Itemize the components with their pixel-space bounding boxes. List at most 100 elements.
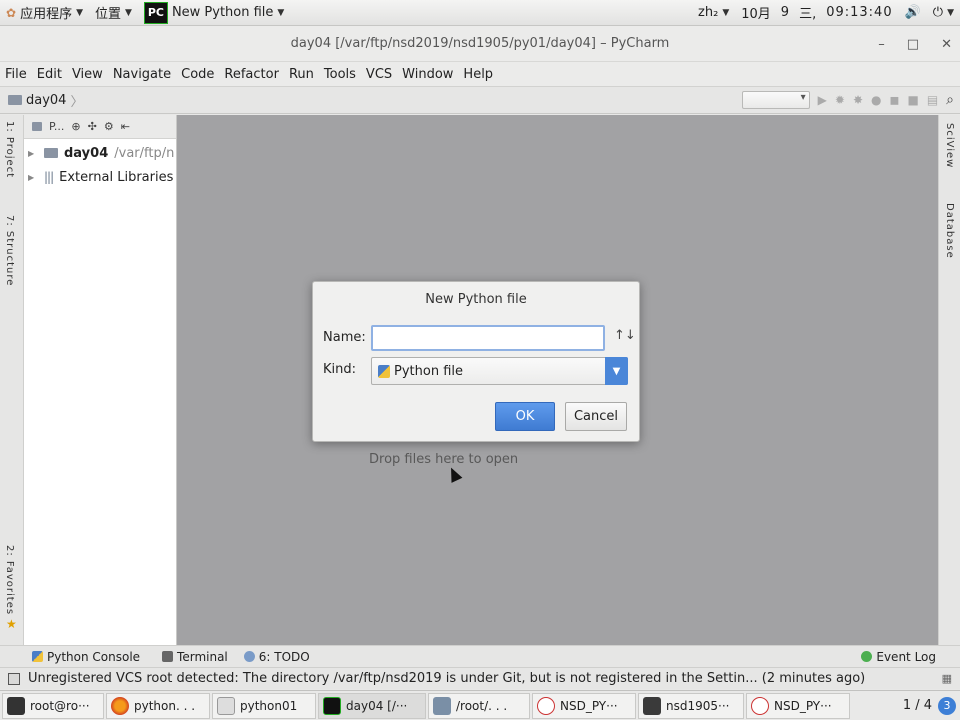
concurrency-icon[interactable]: ◼ <box>890 93 900 107</box>
right-tool-strip: SciView Database <box>938 115 960 645</box>
debug-icon[interactable]: ✹ <box>835 93 845 107</box>
task-label: NSD_PY··· <box>560 698 618 713</box>
clock-time: 09:13:40 <box>826 5 893 20</box>
menu-edit[interactable]: Edit <box>32 67 67 82</box>
expand-arrow-icon[interactable]: ▶ <box>28 149 38 158</box>
breadcrumb-label: day04 <box>26 92 67 108</box>
chevron-right-icon: 〉 <box>70 94 84 110</box>
maximize-button[interactable]: □ <box>907 37 919 52</box>
tree-item-label: day04 <box>64 145 109 161</box>
todo-tab[interactable]: 6: TODO <box>236 650 318 664</box>
clock[interactable]: 10月 9 三, 09:13:40 <box>735 0 898 26</box>
close-button[interactable]: ✕ <box>941 37 952 52</box>
vcs-icon[interactable]: ▤ <box>927 93 938 107</box>
volume-icon[interactable]: 🔊 <box>899 0 927 26</box>
expand-arrow-icon[interactable]: ▶ <box>28 173 38 182</box>
chevron-down-icon[interactable]: ▼ <box>605 357 628 385</box>
workspace-badge: 3 <box>938 696 956 715</box>
tool-windows-toggle-icon[interactable] <box>8 672 20 685</box>
input-method-menu[interactable]: zh₂ ▼ <box>692 0 735 26</box>
library-icon: ||| <box>44 170 54 184</box>
kind-select[interactable]: Python file ▼ <box>371 357 628 385</box>
task-firefox[interactable]: python. . . <box>106 692 210 719</box>
menu-window[interactable]: Window <box>397 67 458 82</box>
terminal-tab[interactable]: Terminal <box>154 650 236 664</box>
active-app-menu[interactable]: PC New Python file ▼ <box>138 0 290 26</box>
project-view-icon <box>32 122 42 131</box>
breadcrumb[interactable]: day04 〉 <box>0 91 83 110</box>
sciview-tool-tab[interactable]: SciView <box>944 123 955 168</box>
event-log-label: Event Log <box>876 649 936 664</box>
task-pycharm[interactable]: day04 [/··· <box>318 692 426 719</box>
task-document-1[interactable]: NSD_PY··· <box>532 692 636 719</box>
profile-icon[interactable]: ● <box>871 93 881 107</box>
gear-icon[interactable]: ⚙ <box>104 120 114 133</box>
window-title: day04 [/var/ftp/nsd2019/nsd1905/py01/day… <box>290 36 670 51</box>
project-panel-header: P... ⊕ ✣ ⚙ ⇤ <box>24 115 176 139</box>
chevron-down-icon: ▼ <box>76 7 83 18</box>
favorites-tool-tab[interactable]: 2: Favorites <box>4 545 15 615</box>
chevron-down-icon: ▼ <box>125 7 132 18</box>
workspace-pager[interactable]: 1 / 4 3 <box>903 696 960 715</box>
name-input[interactable] <box>371 325 605 351</box>
task-image[interactable]: nsd1905··· <box>638 692 744 719</box>
task-label: root@ro··· <box>30 698 90 713</box>
power-menu[interactable]: ⏻ ▼ <box>927 0 960 26</box>
tree-item-external-libraries[interactable]: ▶ ||| External Libraries <box>24 165 176 189</box>
menu-refactor[interactable]: Refactor <box>219 67 284 82</box>
folder-icon <box>44 148 58 158</box>
terminal-label: Terminal <box>177 649 228 664</box>
python-console-tab[interactable]: Python Console <box>24 650 148 664</box>
ok-button[interactable]: OK <box>495 402 555 431</box>
menu-run[interactable]: Run <box>284 67 319 82</box>
todo-label: 6: TODO <box>258 649 310 664</box>
structure-tool-tab[interactable]: 7: Structure <box>4 215 15 286</box>
bottom-tool-tabs: Python Console Terminal 6: TODO Event Lo… <box>0 645 960 667</box>
applications-menu[interactable]: ✿ 应用程序 ▼ <box>0 0 89 26</box>
stop-icon[interactable]: ■ <box>907 93 918 107</box>
task-document-2[interactable]: NSD_PY··· <box>746 692 850 719</box>
window-title-bar: day04 [/var/ftp/nsd2019/nsd1905/py01/day… <box>0 26 960 62</box>
menu-code[interactable]: Code <box>176 67 219 82</box>
text-editor-icon <box>217 696 235 715</box>
collapse-icon[interactable]: ✣ <box>88 120 97 133</box>
sort-icon[interactable]: ↑↓ <box>614 328 636 343</box>
run-icon[interactable]: ▶ <box>818 93 827 107</box>
cancel-button[interactable]: Cancel <box>565 402 627 431</box>
menu-navigate[interactable]: Navigate <box>108 67 176 82</box>
tree-item-label: External Libraries <box>59 169 174 185</box>
tree-item-day04[interactable]: ▶ day04 /var/ftp/n <box>24 141 176 165</box>
event-log-icon <box>861 651 873 662</box>
task-file-manager[interactable]: /root/. . . <box>428 692 530 719</box>
pycharm-icon <box>323 696 341 715</box>
project-tool-tab[interactable]: 1: Project <box>4 121 15 178</box>
task-terminal[interactable]: root@ro··· <box>2 692 104 719</box>
search-icon[interactable]: ⌕ <box>946 92 954 108</box>
menu-tools[interactable]: Tools <box>319 67 361 82</box>
menu-view[interactable]: View <box>67 67 108 82</box>
places-menu[interactable]: 位置 ▼ <box>89 0 138 26</box>
active-window-label: New Python file <box>171 5 274 20</box>
task-label: day04 [/··· <box>346 698 408 713</box>
menu-file[interactable]: File <box>0 67 32 82</box>
status-message[interactable]: Unregistered VCS root detected: The dire… <box>28 671 865 686</box>
document-viewer-icon <box>537 696 555 715</box>
clock-day: 9 <box>780 5 790 20</box>
new-python-file-dialog: New Python file Name: ↑↓ Kind: Python fi… <box>312 281 640 442</box>
run-configuration-select[interactable] <box>741 91 810 109</box>
image-viewer-icon <box>643 696 661 715</box>
folder-icon <box>8 95 22 105</box>
menu-vcs[interactable]: VCS <box>361 67 397 82</box>
hide-icon[interactable]: ⇤ <box>121 120 130 133</box>
event-log-tab[interactable]: Event Log <box>853 650 944 664</box>
menu-help[interactable]: Help <box>458 67 498 82</box>
task-text-editor[interactable]: python01 <box>212 692 316 719</box>
locate-icon[interactable]: ⊕ <box>71 120 80 133</box>
database-tool-tab[interactable]: Database <box>944 203 955 259</box>
project-view-select[interactable]: P... <box>49 120 64 133</box>
minimize-button[interactable]: – <box>878 37 885 52</box>
terminal-icon <box>162 651 174 662</box>
file-manager-icon <box>433 696 451 715</box>
places-label: 位置 <box>95 7 122 22</box>
coverage-icon[interactable]: ✸ <box>853 93 863 107</box>
